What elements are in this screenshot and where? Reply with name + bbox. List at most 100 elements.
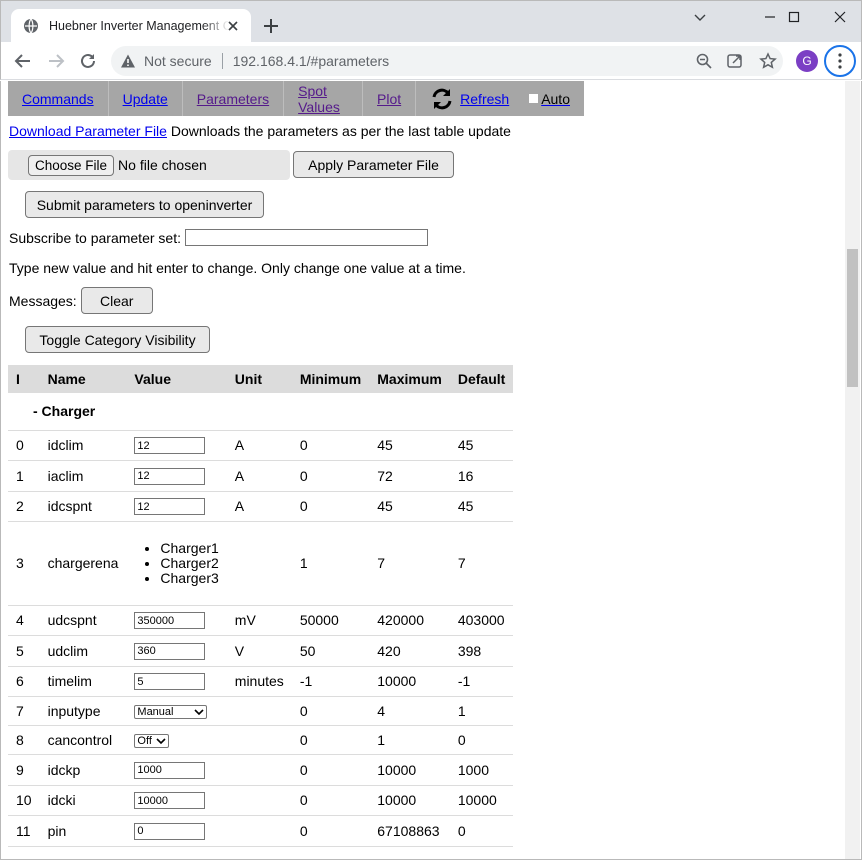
param-unit: minutes (226, 666, 292, 697)
param-name: cancontrol (39, 725, 127, 755)
zoom-icon[interactable] (695, 52, 713, 70)
param-value-input[interactable] (134, 642, 206, 660)
param-name: idclim (39, 430, 127, 461)
close-tab-icon[interactable] (225, 18, 241, 34)
param-minimum: 1 (291, 521, 370, 606)
tab-search-icon[interactable] (677, 7, 723, 27)
param-value-input[interactable] (134, 822, 206, 840)
param-index: 6 (8, 666, 40, 697)
nav-plot[interactable]: Plot (363, 81, 417, 116)
toggle-category-button[interactable]: Toggle Category Visibility (25, 326, 210, 353)
param-select[interactable]: Manual (134, 705, 208, 719)
param-unit: A (226, 460, 292, 492)
table-row: 2idcspntA04545 (8, 491, 514, 522)
option-item[interactable]: Charger3 (160, 570, 218, 586)
param-value-input[interactable] (134, 437, 206, 455)
nav-spot-values[interactable]: Spot Values (284, 81, 364, 116)
table-row: 11pin 0671088630 (8, 815, 514, 847)
nav-menu: Commands Update Parameters Spot Values P… (8, 81, 584, 116)
param-value-input[interactable] (134, 792, 206, 810)
bookmark-star-icon[interactable] (759, 52, 777, 70)
chevron-down-icon (156, 738, 166, 745)
param-maximum: 420 (369, 635, 450, 667)
browser-tab[interactable]: Huebner Inverter Management Co (11, 9, 251, 43)
param-minimum: 50 (291, 635, 370, 667)
nav-update[interactable]: Update (109, 81, 183, 116)
option-item[interactable]: Charger2 (160, 555, 218, 571)
subscribe-input[interactable] (184, 229, 428, 246)
option-item[interactable]: Charger1 (160, 540, 218, 556)
option-list: Charger1Charger2Charger3 (134, 540, 218, 586)
kebab-menu-icon[interactable] (824, 45, 856, 77)
param-name: inputype (39, 696, 127, 726)
auto-toggle[interactable]: Auto (529, 91, 570, 107)
param-value-cell: Off (126, 725, 227, 755)
apply-parameter-file-button[interactable]: Apply Parameter File (293, 151, 454, 178)
param-unit: A (226, 430, 292, 461)
param-value-input[interactable] (134, 761, 206, 779)
param-name: udclim (39, 635, 127, 667)
param-maximum: 72 (369, 460, 450, 492)
param-value-cell (126, 754, 227, 786)
not-secure-label[interactable]: Not secure (144, 53, 212, 69)
table-row: 4udcspnt mV50000420000403000 (8, 605, 514, 636)
refresh-link[interactable]: Refresh (460, 91, 509, 107)
file-status: No file chosen (118, 157, 207, 173)
category-label[interactable]: - Charger (8, 393, 514, 431)
warning-icon[interactable] (120, 53, 136, 69)
nav-commands[interactable]: Commands (8, 81, 109, 116)
auto-checkbox[interactable] (529, 94, 539, 103)
param-default: 0 (449, 725, 514, 755)
param-value-input[interactable] (134, 467, 206, 485)
globe-icon (24, 18, 38, 34)
param-index: 2 (8, 491, 40, 522)
param-value-input[interactable] (134, 673, 206, 691)
nav-parameters[interactable]: Parameters (183, 81, 285, 116)
param-value-input[interactable] (134, 498, 206, 516)
param-maximum: 45 (369, 491, 450, 522)
param-value-cell: Manual (126, 696, 227, 726)
scrollbar[interactable] (845, 81, 860, 859)
param-default: 1 (449, 696, 514, 726)
nav-refresh[interactable]: Refresh Auto (416, 81, 584, 116)
param-index: 8 (8, 725, 40, 755)
param-index: 11 (8, 815, 40, 847)
profile-avatar[interactable]: G (796, 50, 818, 72)
param-minimum: 0 (291, 430, 370, 461)
choose-file-button[interactable]: Choose File (28, 154, 115, 176)
param-value-cell (126, 666, 227, 697)
share-icon[interactable] (726, 52, 744, 70)
param-unit: mV (226, 605, 292, 636)
param-value-input[interactable] (134, 612, 206, 630)
param-default: 45 (449, 430, 514, 461)
submit-parameters-button[interactable]: Submit parameters to openinverter (25, 191, 264, 218)
auto-label: Auto (541, 90, 570, 107)
param-select[interactable]: Off (134, 734, 169, 748)
tab-strip: Huebner Inverter Management Co (0, 0, 862, 43)
table-row: 10idcki01000010000 (8, 785, 514, 816)
url-text[interactable]: 192.168.4.1/#parameters (233, 53, 389, 69)
window-close-icon[interactable] (817, 7, 862, 27)
maximize-icon[interactable] (771, 7, 817, 27)
param-value-cell (126, 491, 227, 522)
back-icon[interactable] (13, 51, 33, 71)
param-name: iaclim (39, 460, 127, 492)
category-row[interactable]: - Charger (8, 393, 514, 431)
refresh-icon[interactable] (430, 87, 454, 111)
col-maximum: Maximum (369, 365, 450, 393)
param-index: 10 (8, 785, 40, 816)
param-name: chargerena (39, 521, 127, 606)
param-maximum: 67108863 (369, 815, 450, 847)
subscribe-row: Subscribe to parameter set: (9, 229, 428, 246)
forward-icon[interactable] (46, 51, 66, 71)
scrollbar-thumb[interactable] (847, 249, 858, 387)
table-row: 9idckp 0100001000 (8, 754, 514, 786)
reload-icon[interactable] (78, 51, 98, 71)
table-row: 1iaclim A07216 (8, 460, 514, 492)
clear-button[interactable]: Clear (80, 287, 153, 314)
param-value-cell (126, 605, 227, 636)
new-tab-icon[interactable] (262, 17, 280, 35)
download-parameter-link[interactable]: Download Parameter File (9, 123, 167, 139)
address-bar[interactable]: Not secure 192.168.4.1/#parameters (111, 46, 783, 76)
table-row: 8 cancontrol Off 0 1 0 (8, 725, 514, 755)
